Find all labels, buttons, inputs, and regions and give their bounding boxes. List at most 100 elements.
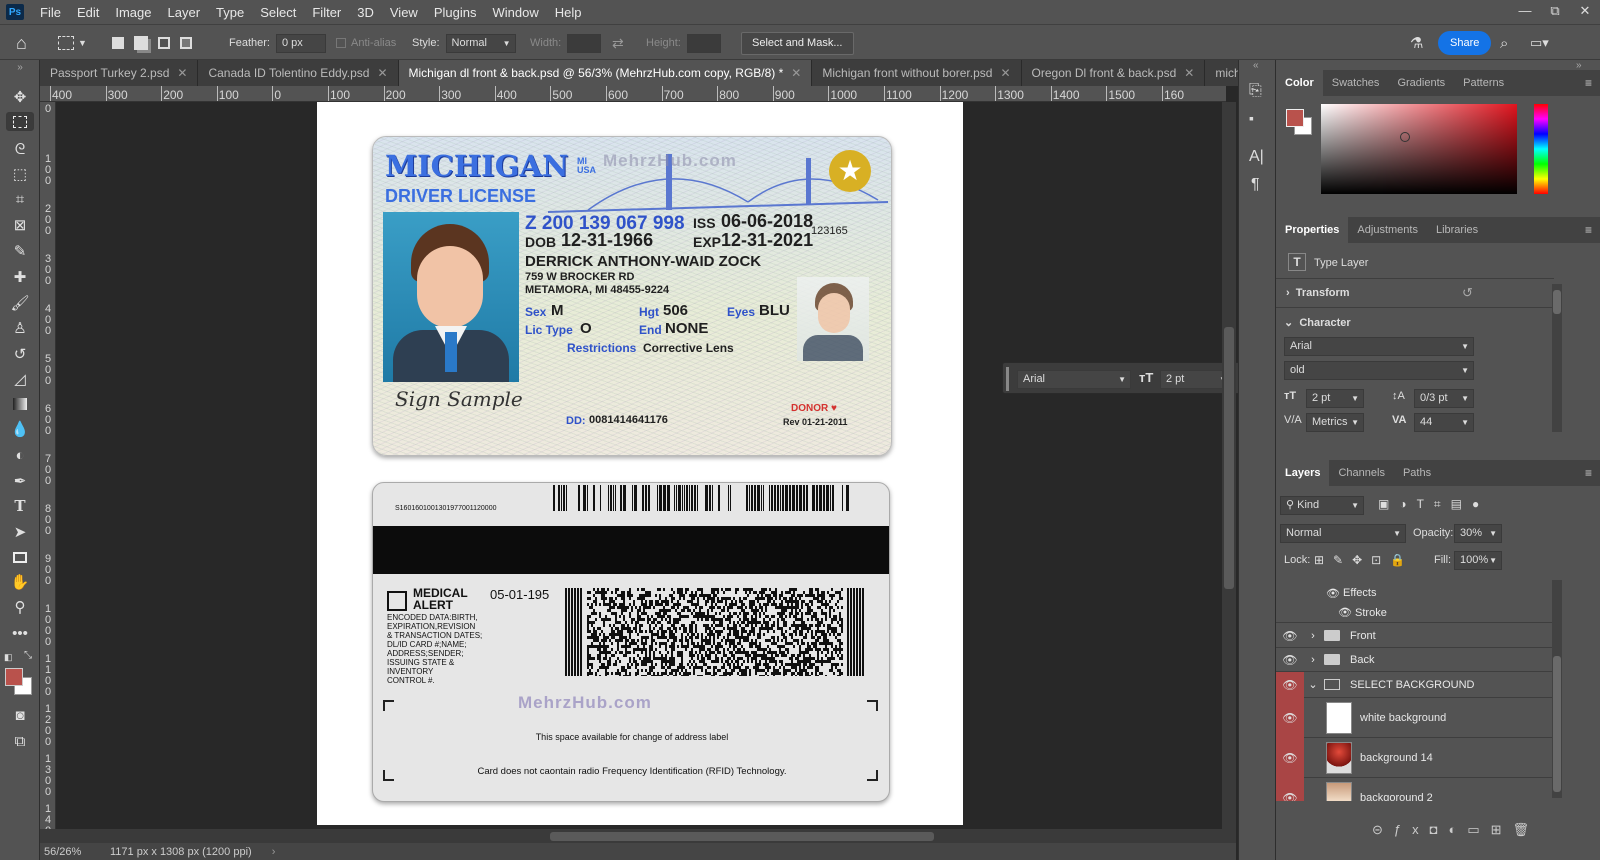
font-style-select[interactable]: old ▼ <box>1284 361 1474 380</box>
tab-layers[interactable]: Layers <box>1276 460 1330 486</box>
leading-input[interactable]: 0/3 pt ▼ <box>1414 389 1474 408</box>
new-selection-icon[interactable] <box>112 37 124 49</box>
fill-input[interactable]: 100% ▼ <box>1454 551 1502 570</box>
menu-file[interactable]: File <box>32 5 69 20</box>
opacity-input[interactable]: 30% ▼ <box>1454 524 1502 543</box>
tab-paths[interactable]: Paths <box>1394 460 1440 486</box>
color-field[interactable] <box>1321 104 1517 194</box>
menu-edit[interactable]: Edit <box>69 5 107 20</box>
style-select[interactable]: Normal ▼ <box>445 33 516 53</box>
document-canvas[interactable]: MICHIGAN MI USA MehrzHub.com DRIVER LICEN… <box>317 102 963 825</box>
beaker-icon[interactable]: ⚗ <box>1410 25 1423 61</box>
tab-properties[interactable]: Properties <box>1276 217 1349 243</box>
eyedropper-tool-icon[interactable]: ✎ <box>6 240 34 262</box>
width-input[interactable] <box>567 33 602 53</box>
history-icon[interactable]: ⎘ <box>1249 82 1262 100</box>
tab-libraries[interactable]: Libraries <box>1427 217 1487 243</box>
menu-view[interactable]: View <box>382 5 426 20</box>
paragraph-panel-icon[interactable]: ¶ <box>1251 176 1260 194</box>
tab-patterns[interactable]: Patterns <box>1454 70 1513 96</box>
tab-swatches[interactable]: Swatches <box>1323 70 1389 96</box>
tab-michigan-front[interactable]: Michigan front without borer.psd ✕ <box>812 60 1022 86</box>
pen-tool-icon[interactable]: ✒ <box>6 470 34 492</box>
vertical-scrollbar[interactable] <box>1222 102 1236 829</box>
minimize-button[interactable]: — <box>1510 0 1540 22</box>
menu-select[interactable]: Select <box>252 5 304 20</box>
close-tab-icon[interactable]: ✕ <box>177 66 187 80</box>
close-tab-icon[interactable]: ✕ <box>791 66 801 80</box>
height-input[interactable] <box>686 33 721 53</box>
comments-icon[interactable]: ▪ <box>1249 110 1254 126</box>
home-icon[interactable]: ⌂ <box>16 25 27 61</box>
restore-button[interactable]: ⧉ <box>1540 0 1570 22</box>
swap-colors-icon[interactable]: ⤡ <box>24 650 32 661</box>
character-section[interactable]: ⌄ Character <box>1284 316 1351 329</box>
tab-oregon-dl[interactable]: Oregon Dl front & back.psd ✕ <box>1021 60 1206 86</box>
path-selection-tool-icon[interactable]: ➤ <box>6 521 34 543</box>
move-tool-icon[interactable]: ✥ <box>6 86 34 108</box>
layers-footer-icons[interactable]: ⊝ƒx◘◐▭⊞🗑 <box>1372 822 1540 838</box>
menu-image[interactable]: Image <box>107 5 159 20</box>
menu-type[interactable]: Type <box>208 5 252 20</box>
layer-filter-icons[interactable]: ▣◑T⌗▤● <box>1378 497 1489 512</box>
zoom-level[interactable]: 56/26% <box>44 846 96 858</box>
menu-plugins[interactable]: Plugins <box>426 5 485 20</box>
kerning-select[interactable]: Metrics ▼ <box>1306 413 1364 432</box>
eraser-tool-icon[interactable]: ◿ <box>6 368 34 390</box>
swap-dimensions-icon[interactable]: ⇄ <box>612 25 624 61</box>
close-tab-icon[interactable]: ✕ <box>1000 66 1010 80</box>
tab-channels[interactable]: Channels <box>1329 460 1393 486</box>
add-selection-icon[interactable] <box>134 36 148 50</box>
select-and-mask-button[interactable]: Select and Mask... <box>741 31 854 55</box>
tab-color[interactable]: Color <box>1276 70 1323 96</box>
layer-filter-select[interactable]: ⚲ Kind ▼ <box>1280 496 1364 515</box>
layer-row-white-background[interactable]: 👁 white background <box>1276 697 1552 738</box>
float-font-select[interactable]: Arial ▼ <box>1017 370 1131 389</box>
tab-adjustments[interactable]: Adjustments <box>1348 217 1427 243</box>
canvas-area[interactable]: MICHIGAN MI USA MehrzHub.com DRIVER LICEN… <box>57 102 1222 829</box>
horizontal-scrollbar[interactable] <box>40 829 1236 843</box>
status-arrow-icon[interactable]: › <box>272 846 276 858</box>
subtract-selection-icon[interactable] <box>158 37 170 49</box>
character-panel-icon[interactable]: A| <box>1249 148 1264 166</box>
layer-row-background-14[interactable]: 👁 background 14 <box>1276 737 1552 778</box>
more-tools-icon[interactable]: ••• <box>6 622 34 644</box>
search-icon[interactable]: ⌕ <box>1500 25 1508 61</box>
blend-mode-select[interactable]: Normal ▼ <box>1280 524 1406 543</box>
properties-scrollbar[interactable] <box>1552 284 1562 432</box>
reset-transform-icon[interactable]: ↺ <box>1462 285 1473 301</box>
brush-tool-icon[interactable]: 🖌 <box>6 292 34 314</box>
transform-section[interactable]: › Transform <box>1286 287 1350 299</box>
lock-icons[interactable]: ⊞✎✥⊡🔒 <box>1314 553 1414 567</box>
close-tab-icon[interactable]: ✕ <box>377 66 387 80</box>
layer-row-effects[interactable]: 👁 Effects <box>1276 583 1552 603</box>
font-size-input[interactable]: 2 pt ▼ <box>1306 389 1364 408</box>
layer-row-front[interactable]: 👁 › Front <box>1276 624 1552 648</box>
healing-tool-icon[interactable]: ✚ <box>6 266 34 288</box>
gradient-tool-icon[interactable] <box>6 393 34 415</box>
layer-row-stroke[interactable]: 👁 Stroke <box>1276 603 1552 623</box>
collapse-panels-icon[interactable]: « <box>1253 60 1259 71</box>
crop-tool-icon[interactable]: ⌗ <box>6 188 34 210</box>
intersect-selection-icon[interactable] <box>180 37 192 49</box>
layers-scrollbar[interactable] <box>1552 580 1562 798</box>
menu-3d[interactable]: 3D <box>349 5 382 20</box>
close-window-button[interactable]: ✕ <box>1570 0 1600 22</box>
marquee-tool-icon[interactable] <box>6 112 34 131</box>
history-brush-tool-icon[interactable]: ↺ <box>6 343 34 365</box>
collapse-icon[interactable]: » <box>6 62 34 73</box>
rectangle-tool-icon[interactable] <box>6 546 34 568</box>
tab-gradients[interactable]: Gradients <box>1388 70 1454 96</box>
object-select-tool-icon[interactable]: ⬚ <box>6 163 34 185</box>
share-button[interactable]: Share <box>1438 31 1492 55</box>
hand-tool-icon[interactable]: ✋ <box>6 571 34 593</box>
menu-filter[interactable]: Filter <box>304 5 349 20</box>
dodge-tool-icon[interactable]: ◐ <box>6 444 34 466</box>
layers-menu-icon[interactable]: ≡ <box>1585 466 1592 480</box>
tab-canada-id[interactable]: Canada ID Tolentino Eddy.psd ✕ <box>198 60 399 86</box>
font-family-select[interactable]: Arial ▼ <box>1284 337 1474 356</box>
marquee-preset-icon[interactable]: ▼ <box>58 25 87 61</box>
hue-slider[interactable] <box>1534 104 1548 194</box>
layer-row-select-background[interactable]: 👁 ⌄ SELECT BACKGROUND <box>1276 671 1552 698</box>
antialias-checkbox[interactable] <box>336 38 346 48</box>
